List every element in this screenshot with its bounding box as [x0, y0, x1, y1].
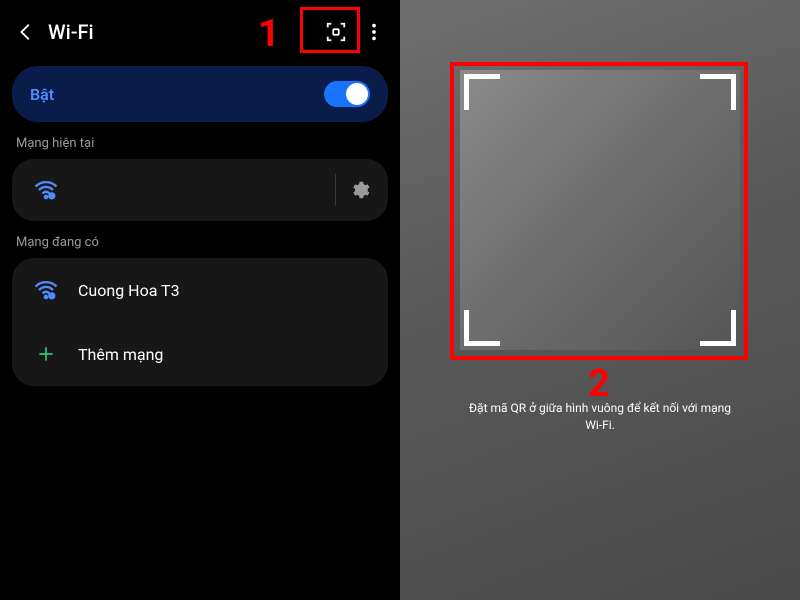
wifi-toggle-label: Bật	[30, 85, 324, 104]
qr-scanner-screen: Đặt mã QR ở giữa hình vuông để kết nối v…	[400, 0, 800, 600]
wifi-settings-screen: Wi-Fi Bật Mạng hiện tại	[0, 0, 400, 600]
wifi-toggle-switch[interactable]	[324, 81, 370, 107]
network-item[interactable]: Cuong Hoa T3	[12, 258, 388, 322]
current-network-section-label: Mạng hiện tại	[16, 136, 384, 151]
back-icon[interactable]	[8, 14, 44, 50]
annotation-box-1	[300, 7, 360, 53]
annotation-number-2: 2	[588, 362, 610, 406]
plus-icon	[30, 338, 62, 370]
current-network-card[interactable]	[12, 159, 388, 221]
available-networks-list: Cuong Hoa T3 Thêm mạng	[12, 258, 388, 386]
add-network-label: Thêm mạng	[78, 345, 163, 364]
gear-icon[interactable]	[342, 172, 378, 208]
more-menu-icon[interactable]	[356, 14, 392, 50]
switch-knob	[346, 83, 368, 105]
wifi-toggle-card[interactable]: Bật	[12, 66, 388, 122]
wifi-signal-icon	[30, 274, 62, 306]
annotation-number-1: 1	[258, 12, 280, 56]
wifi-signal-icon	[30, 174, 62, 206]
annotation-box-2	[450, 62, 748, 360]
divider	[335, 174, 336, 206]
add-network-item[interactable]: Thêm mạng	[12, 322, 388, 386]
network-name: Cuong Hoa T3	[78, 281, 180, 300]
page-title: Wi-Fi	[48, 20, 94, 44]
available-networks-section-label: Mạng đang có	[16, 235, 384, 250]
